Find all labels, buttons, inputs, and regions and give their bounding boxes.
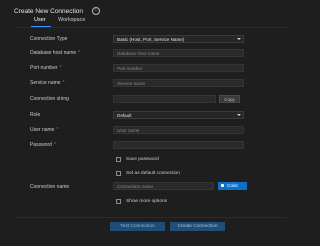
footer-divider <box>14 217 286 218</box>
username-input[interactable]: User name <box>113 126 244 134</box>
service-label: Service name * <box>30 80 65 86</box>
save-password-checkbox[interactable] <box>116 157 121 162</box>
info-icon[interactable]: i <box>92 7 100 15</box>
more-options-checkbox[interactable] <box>116 199 121 204</box>
color-button-label: Color <box>227 183 238 188</box>
password-input[interactable] <box>113 141 244 149</box>
paint-brush-icon <box>221 184 224 187</box>
required-marker: * <box>78 50 81 56</box>
username-label: User name * <box>30 127 58 133</box>
required-marker: * <box>62 80 65 86</box>
connection-name-label: Connection name <box>30 184 70 190</box>
tab-workspace[interactable]: Workspace <box>58 17 85 23</box>
host-label-text: Database host name <box>30 50 77 56</box>
password-label-text: Password <box>30 142 52 148</box>
more-options-label: Show more options <box>126 199 168 204</box>
port-label: Port number * <box>30 65 61 71</box>
port-input[interactable]: Port number <box>113 64 244 72</box>
username-label-text: User name <box>30 127 55 133</box>
tab-divider <box>14 27 286 28</box>
connection-string-label: Connection string <box>30 96 69 102</box>
connection-type-label: Connection Type <box>30 36 68 42</box>
connection-string-field[interactable] <box>113 95 216 103</box>
required-marker: * <box>59 65 62 71</box>
default-connection-checkbox[interactable] <box>116 171 121 176</box>
dialog-title: Create New Connection <box>14 8 84 15</box>
password-label: Password * <box>30 142 56 148</box>
chevron-down-icon <box>237 114 241 116</box>
connection-type-value: Basic (Host, Port, Service Name) <box>117 37 185 42</box>
connection-name-input[interactable]: Connection name <box>113 182 214 190</box>
role-label: Role <box>30 112 41 118</box>
role-value: Default <box>117 113 132 118</box>
connection-type-select[interactable]: Basic (Host, Port, Service Name) <box>113 35 244 43</box>
color-button[interactable]: Color <box>218 182 247 190</box>
service-label-text: Service name <box>30 80 61 86</box>
required-marker: * <box>53 142 56 148</box>
host-input[interactable]: Database host name <box>113 49 244 57</box>
required-marker: * <box>56 127 59 133</box>
create-connection-button[interactable]: Create Connection <box>170 222 225 231</box>
service-input[interactable]: Service name <box>113 79 244 87</box>
tab-user[interactable]: User <box>34 17 46 23</box>
save-password-label: Save password <box>126 157 159 162</box>
default-connection-label: Set as default connection <box>126 171 180 176</box>
chevron-down-icon <box>237 38 241 40</box>
port-label-text: Port number <box>30 65 58 71</box>
role-select[interactable]: Default <box>113 111 244 119</box>
host-label: Database host name * <box>30 50 80 56</box>
copy-button[interactable]: Copy <box>219 95 240 103</box>
test-connection-button[interactable]: Test Connection <box>110 222 165 231</box>
